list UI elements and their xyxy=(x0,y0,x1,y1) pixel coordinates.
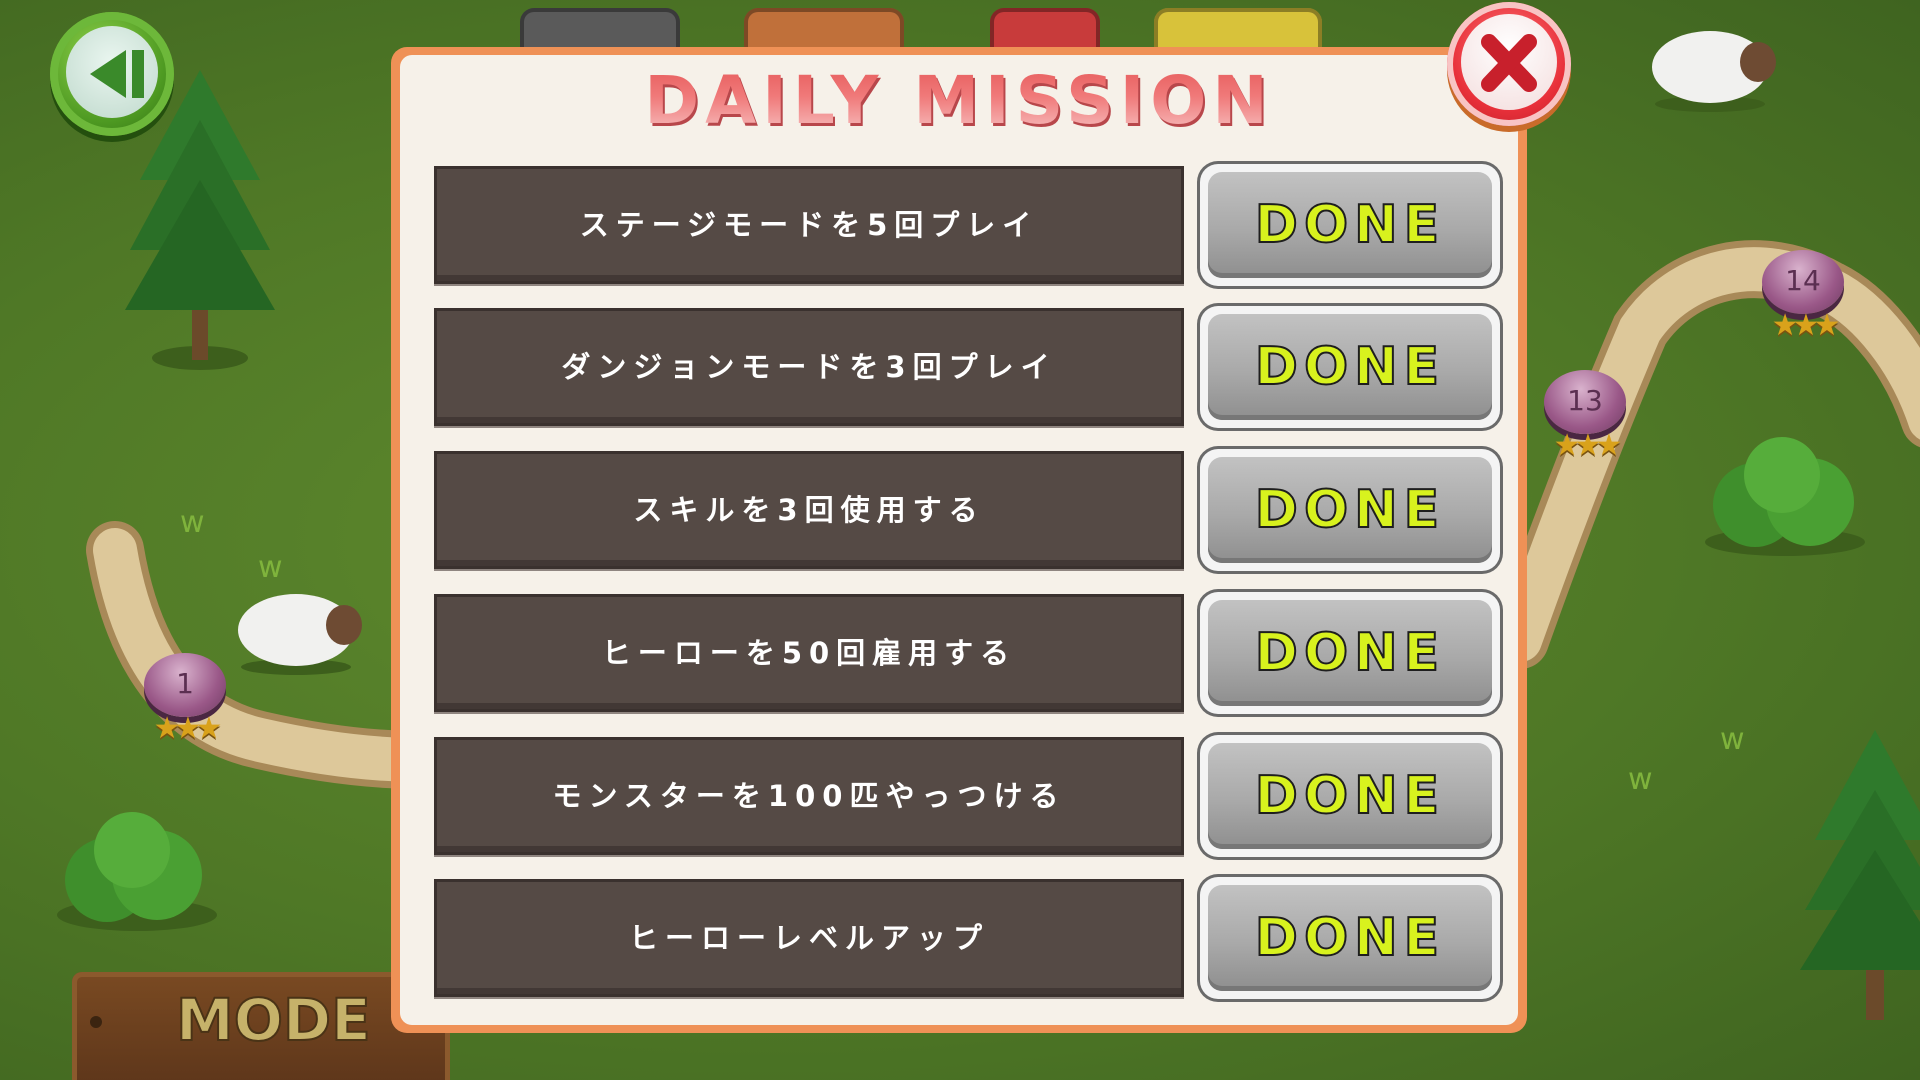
mission-row: ステージモードを5回プレイ DONE xyxy=(434,164,1500,286)
grass-tuft: ᴡ xyxy=(1628,762,1653,797)
mode-label: MODE xyxy=(175,985,372,1055)
bush xyxy=(1705,437,1865,556)
star-icon: ★★★ xyxy=(1553,428,1623,463)
dialog-title: DAILY MISSION xyxy=(400,62,1518,139)
done-button[interactable]: DONE xyxy=(1200,306,1500,428)
stage-node-1[interactable]: 1 ★★★ xyxy=(140,653,230,746)
close-x-icon xyxy=(1481,34,1537,92)
mission-row: ダンジョンモードを3回プレイ DONE xyxy=(434,306,1500,428)
done-button[interactable]: DONE xyxy=(1200,877,1500,999)
done-label: DONE xyxy=(1254,336,1446,398)
stage-number: 13 xyxy=(1567,384,1603,417)
done-label: DONE xyxy=(1254,194,1446,256)
back-button[interactable] xyxy=(50,12,174,136)
game-screen: ᴡ ᴡ ᴡ ᴡ 1 ★★★ 13 ★★★ 14 ★★★ MODE DAILY M… xyxy=(0,0,1920,1080)
mission-text: ヒーローを50回雇用する xyxy=(601,636,1017,670)
mission-text: ステージモードを5回プレイ xyxy=(579,208,1039,242)
stage-node-14[interactable]: 14 ★★★ xyxy=(1758,250,1848,343)
sheep xyxy=(238,594,362,675)
star-icon: ★★★ xyxy=(1771,308,1841,343)
mission-text: ヒーローレベルアップ xyxy=(628,921,989,955)
done-label: DONE xyxy=(1254,479,1446,541)
mission-row: ヒーローを50回雇用する DONE xyxy=(434,592,1500,714)
mission-box: ダンジョンモードを3回プレイ xyxy=(434,308,1184,426)
mission-text: モンスターを100匹やっつける xyxy=(552,779,1066,813)
done-button[interactable]: DONE xyxy=(1200,592,1500,714)
sheep xyxy=(1652,31,1776,112)
mission-box: スキルを3回使用する xyxy=(434,451,1184,569)
pine-tree xyxy=(1800,730,1920,1020)
stage-node-13[interactable]: 13 ★★★ xyxy=(1540,370,1630,463)
grass-tuft: ᴡ xyxy=(1720,722,1745,757)
mission-text: ダンジョンモードを3回プレイ xyxy=(561,350,1057,384)
done-label: DONE xyxy=(1254,765,1446,827)
stage-number: 14 xyxy=(1785,264,1821,297)
mission-row: モンスターを100匹やっつける DONE xyxy=(434,735,1500,857)
grass-tuft: ᴡ xyxy=(180,505,205,540)
star-icon: ★★★ xyxy=(153,711,223,746)
mission-box: ヒーローレベルアップ xyxy=(434,879,1184,997)
done-button[interactable]: DONE xyxy=(1200,735,1500,857)
done-label: DONE xyxy=(1254,622,1446,684)
back-arrow-icon xyxy=(90,50,144,98)
done-button[interactable]: DONE xyxy=(1200,449,1500,571)
done-button[interactable]: DONE xyxy=(1200,164,1500,286)
mission-box: モンスターを100匹やっつける xyxy=(434,737,1184,855)
mission-row: ヒーローレベルアップ DONE xyxy=(434,877,1500,999)
stage-number: 1 xyxy=(176,667,194,700)
close-button[interactable] xyxy=(1447,2,1571,126)
grass-tuft: ᴡ xyxy=(258,550,283,585)
mission-box: ヒーローを50回雇用する xyxy=(434,594,1184,712)
bush xyxy=(57,812,217,931)
mission-row: スキルを3回使用する DONE xyxy=(434,449,1500,571)
bolt-icon xyxy=(90,1016,102,1028)
mission-box: ステージモードを5回プレイ xyxy=(434,166,1184,284)
done-label: DONE xyxy=(1254,907,1446,969)
mission-text: スキルを3回使用する xyxy=(633,493,985,527)
